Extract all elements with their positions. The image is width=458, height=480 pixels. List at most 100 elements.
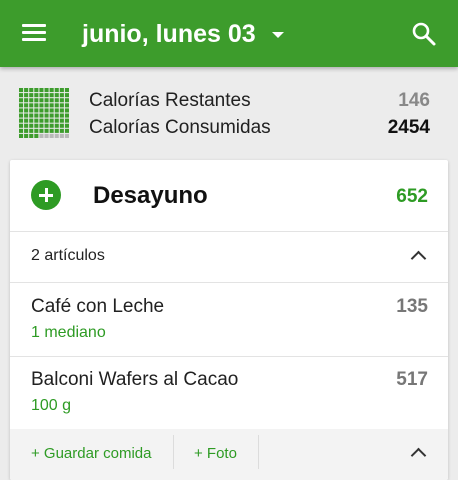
- collapse-meal-chevron-icon[interactable]: [410, 447, 427, 464]
- progress-cell: [44, 93, 49, 98]
- progress-cell: [24, 88, 29, 93]
- progress-cell: [39, 88, 44, 93]
- progress-cell: [24, 123, 29, 128]
- progress-cell: [64, 133, 69, 138]
- progress-cell: [24, 128, 29, 133]
- progress-cell: [19, 93, 24, 98]
- progress-cell: [29, 98, 34, 103]
- progress-cell: [54, 113, 59, 118]
- progress-cell: [44, 133, 49, 138]
- food-item[interactable]: Balconi Wafers al Cacao 100 g 517: [10, 357, 448, 429]
- add-food-button[interactable]: [31, 180, 61, 210]
- food-portion: 100 g: [31, 397, 72, 414]
- progress-cell: [24, 108, 29, 113]
- progress-cell: [39, 108, 44, 113]
- progress-cell: [24, 113, 29, 118]
- separator: [258, 435, 259, 469]
- meal-card: Desayuno 652 2 artículos Café con Leche …: [10, 160, 448, 480]
- progress-cell: [34, 103, 39, 108]
- food-name: Balconi Wafers al Cacao: [31, 369, 239, 390]
- progress-cell: [54, 108, 59, 113]
- add-photo-button[interactable]: + Foto: [194, 445, 237, 462]
- progress-cell: [64, 128, 69, 133]
- progress-cell: [29, 103, 34, 108]
- progress-cell: [44, 118, 49, 123]
- progress-cell: [59, 108, 64, 113]
- meal-footer: + Guardar comida + Foto: [10, 429, 448, 480]
- progress-cell: [29, 88, 34, 93]
- food-calories: 135: [396, 296, 428, 317]
- progress-cell: [54, 118, 59, 123]
- progress-cell: [39, 128, 44, 133]
- progress-cell: [24, 118, 29, 123]
- search-icon[interactable]: [410, 20, 438, 48]
- menu-icon[interactable]: [20, 22, 48, 44]
- progress-cell: [49, 93, 54, 98]
- items-toggle[interactable]: 2 artículos: [10, 232, 448, 282]
- progress-cell: [39, 118, 44, 123]
- progress-cell: [59, 103, 64, 108]
- progress-cell: [29, 93, 34, 98]
- food-item[interactable]: Café con Leche 1 mediano 135: [10, 284, 448, 356]
- progress-cell: [54, 103, 59, 108]
- calorie-progress-grid-icon: [19, 88, 69, 138]
- progress-cell: [44, 88, 49, 93]
- remaining-calories-value: 146: [398, 90, 430, 111]
- meal-title: Desayuno: [93, 182, 208, 209]
- progress-cell: [49, 133, 54, 138]
- progress-cell: [39, 133, 44, 138]
- progress-cell: [39, 98, 44, 103]
- save-meal-button[interactable]: + Guardar comida: [31, 445, 151, 462]
- food-calories: 517: [396, 369, 428, 390]
- progress-cell: [29, 118, 34, 123]
- progress-cell: [59, 123, 64, 128]
- progress-cell: [59, 118, 64, 123]
- progress-cell: [49, 123, 54, 128]
- items-count-label: 2 artículos: [31, 247, 105, 264]
- food-name: Café con Leche: [31, 296, 165, 317]
- progress-cell: [19, 103, 24, 108]
- progress-cell: [49, 128, 54, 133]
- progress-cell: [49, 88, 54, 93]
- progress-cell: [54, 88, 59, 93]
- progress-cell: [19, 108, 24, 113]
- date-selector[interactable]: junio, lunes 03: [82, 17, 284, 51]
- progress-cell: [24, 103, 29, 108]
- progress-cell: [44, 123, 49, 128]
- progress-cell: [34, 133, 39, 138]
- progress-cell: [44, 98, 49, 103]
- progress-cell: [49, 103, 54, 108]
- consumed-calories-label: Calorías Consumidas: [89, 117, 271, 138]
- progress-cell: [59, 133, 64, 138]
- progress-cell: [39, 93, 44, 98]
- dropdown-arrow-icon: [271, 32, 284, 38]
- progress-cell: [39, 103, 44, 108]
- progress-cell: [44, 128, 49, 133]
- progress-cell: [34, 123, 39, 128]
- progress-cell: [39, 113, 44, 118]
- consumed-calories-value: 2454: [387, 117, 430, 138]
- progress-cell: [49, 98, 54, 103]
- progress-cell: [64, 108, 69, 113]
- progress-cell: [44, 113, 49, 118]
- progress-cell: [29, 128, 34, 133]
- app-bar: junio, lunes 03: [0, 0, 458, 67]
- page-title: junio, lunes 03: [82, 19, 256, 48]
- progress-cell: [64, 88, 69, 93]
- progress-cell: [19, 123, 24, 128]
- remaining-calories-label: Calorías Restantes: [89, 90, 251, 111]
- progress-cell: [59, 128, 64, 133]
- separator: [173, 435, 174, 469]
- progress-cell: [54, 128, 59, 133]
- chevron-up-icon: [410, 250, 427, 267]
- progress-cell: [64, 98, 69, 103]
- progress-cell: [34, 98, 39, 103]
- progress-cell: [64, 123, 69, 128]
- progress-cell: [64, 118, 69, 123]
- progress-cell: [34, 113, 39, 118]
- progress-cell: [49, 113, 54, 118]
- progress-cell: [44, 103, 49, 108]
- progress-cell: [29, 133, 34, 138]
- progress-cell: [64, 113, 69, 118]
- progress-cell: [49, 108, 54, 113]
